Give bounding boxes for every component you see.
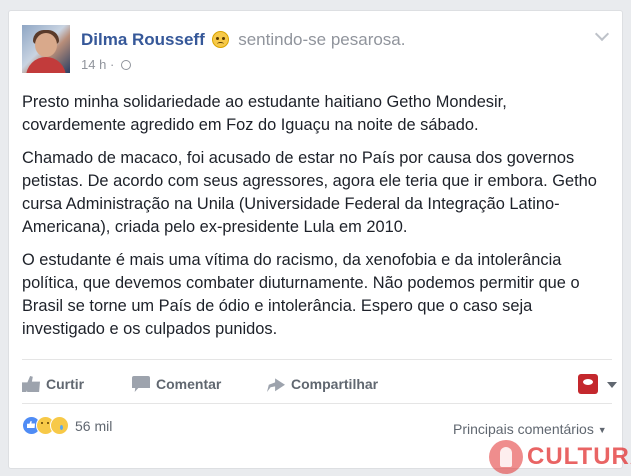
comment-bubble-icon bbox=[132, 376, 150, 392]
post-paragraph: Presto minha solidariedade ao estudante … bbox=[22, 93, 507, 134]
post-paragraph: O estudante é mais uma vítima do racismo… bbox=[22, 251, 580, 338]
divider bbox=[22, 359, 612, 360]
sad-face-icon bbox=[212, 31, 230, 48]
like-label: Curtir bbox=[46, 376, 85, 392]
share-arrow-icon bbox=[267, 378, 285, 392]
comment-sort-dropdown[interactable]: Principais comentários ▼ bbox=[453, 421, 607, 437]
meta-separator: · bbox=[109, 57, 115, 72]
comment-button[interactable]: Comentar bbox=[132, 366, 221, 402]
watermark: CULTURA bbox=[489, 440, 631, 476]
author-name[interactable]: Dilma Rousseff bbox=[81, 30, 205, 49]
reaction-count: 56 mil bbox=[75, 417, 113, 434]
post-header: Dilma Rousseff sentindo-se pesarosa. bbox=[81, 30, 406, 50]
feeling-text[interactable]: sentindo-se pesarosa. bbox=[238, 30, 405, 49]
avatar-body bbox=[26, 57, 66, 73]
action-bar: Curtir Comentar Compartilhar bbox=[22, 366, 617, 402]
sort-label: Principais comentários bbox=[453, 421, 594, 437]
like-button[interactable]: Curtir bbox=[22, 366, 84, 402]
page-badge-icon[interactable] bbox=[578, 374, 598, 394]
thumbs-up-icon bbox=[22, 376, 40, 392]
post-body: Presto minha solidariedade ao estudante … bbox=[22, 91, 612, 351]
sort-caret-icon: ▼ bbox=[597, 425, 607, 435]
reactions-summary[interactable]: 56 mil bbox=[22, 416, 112, 440]
comment-label: Comentar bbox=[156, 376, 222, 392]
globe-icon[interactable] bbox=[120, 60, 131, 70]
caret-down-icon[interactable] bbox=[607, 382, 617, 388]
timestamp[interactable]: 14 h bbox=[81, 57, 106, 72]
post-paragraph: Chamado de macaco, foi acusado de estar … bbox=[22, 149, 597, 236]
post-card: Dilma Rousseff sentindo-se pesarosa. 14 … bbox=[8, 10, 631, 474]
divider bbox=[22, 403, 612, 404]
post-meta: 14 h · bbox=[81, 57, 131, 72]
watermark-text: CULTURA bbox=[527, 443, 631, 470]
share-button[interactable]: Compartilhar bbox=[267, 366, 378, 402]
cry-reaction-icon bbox=[50, 416, 69, 435]
avatar[interactable] bbox=[22, 25, 70, 73]
share-label: Compartilhar bbox=[291, 376, 379, 392]
avatar-face bbox=[35, 33, 57, 57]
chevron-down-icon[interactable] bbox=[594, 26, 610, 42]
